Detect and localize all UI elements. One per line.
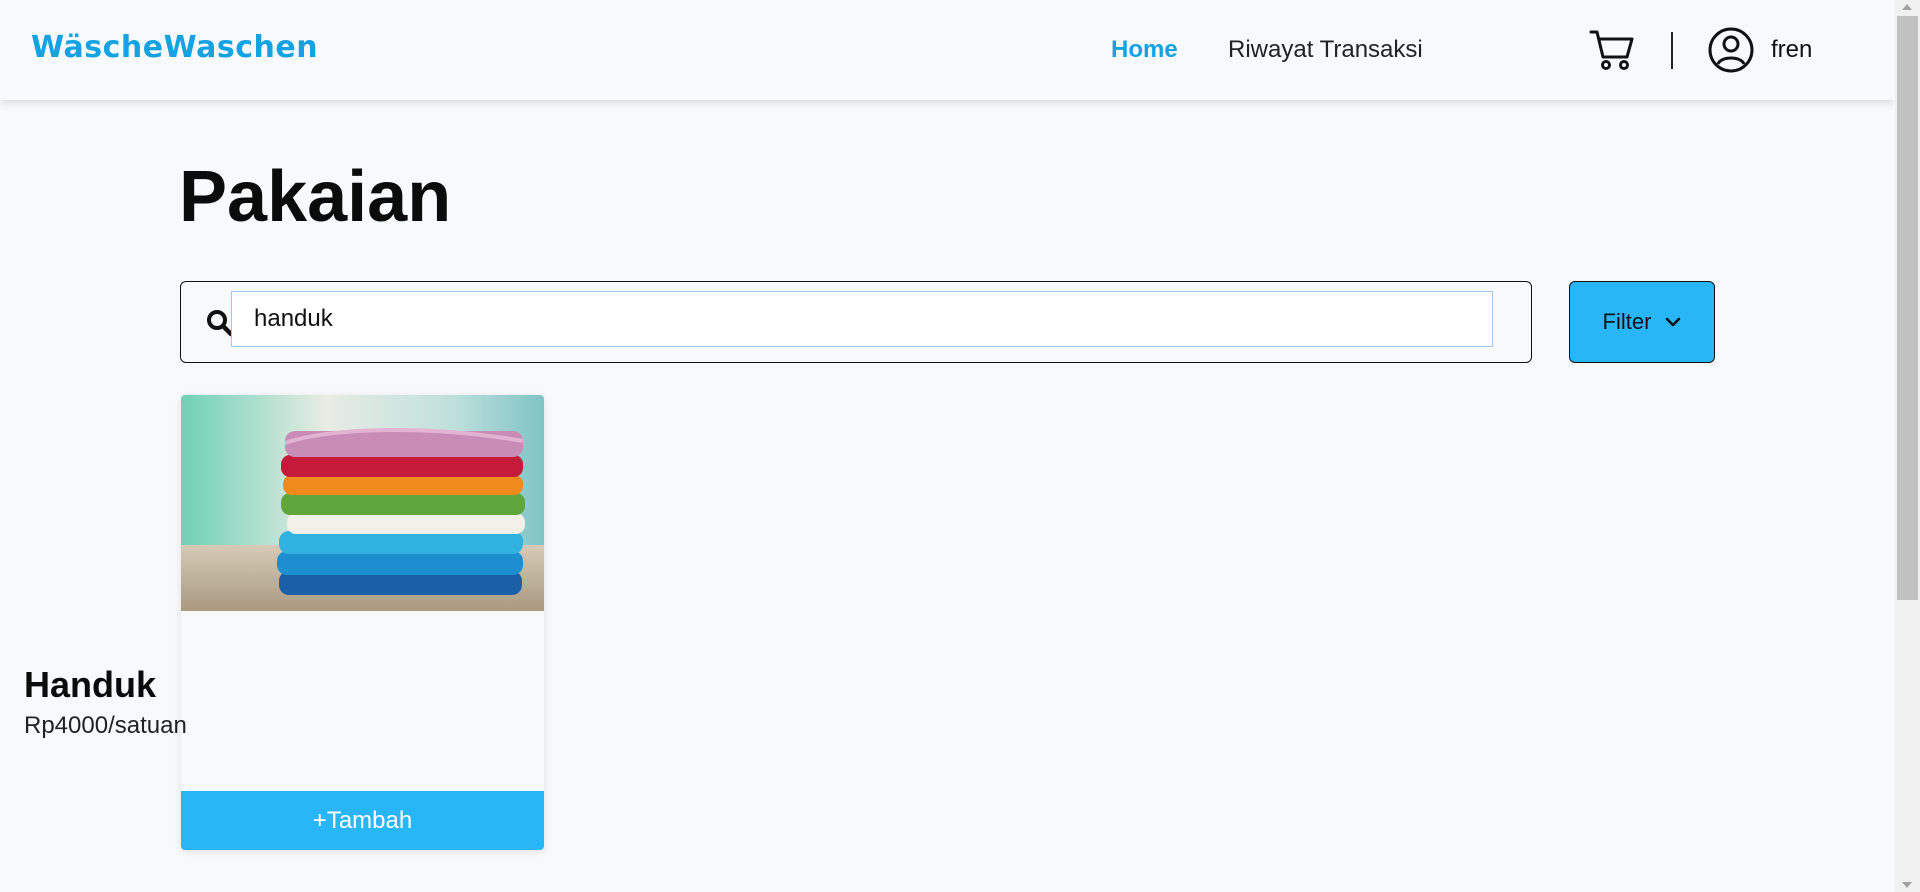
vertical-scrollbar[interactable] bbox=[1895, 0, 1920, 892]
search-bar bbox=[180, 281, 1532, 363]
page-title: Pakaian bbox=[179, 157, 452, 237]
navbar: WäscheWaschen Home Riwayat Transaksi fre… bbox=[0, 0, 1895, 100]
filter-label: Filter bbox=[1602, 309, 1652, 334]
add-to-cart-button[interactable]: +Tambah bbox=[181, 791, 544, 850]
search-input[interactable] bbox=[231, 291, 1493, 347]
scroll-thumb[interactable] bbox=[1897, 16, 1918, 600]
username[interactable]: fren bbox=[1771, 36, 1812, 64]
product-price: Rp4000/satuan bbox=[24, 712, 187, 739]
product-name: Handuk bbox=[24, 664, 157, 705]
nav-divider bbox=[1671, 32, 1673, 69]
user-circle-icon[interactable] bbox=[1707, 26, 1755, 74]
product-image bbox=[181, 395, 544, 611]
chevron-down-icon bbox=[1666, 317, 1681, 327]
filter-button[interactable]: Filter bbox=[1569, 281, 1715, 363]
nav-link-riwayat-transaksi[interactable]: Riwayat Transaksi bbox=[1228, 36, 1423, 64]
scroll-up-arrow-icon[interactable] bbox=[1902, 4, 1912, 10]
brand-logo[interactable]: WäscheWaschen bbox=[31, 30, 318, 65]
cart-icon[interactable] bbox=[1589, 27, 1635, 71]
product-card bbox=[181, 395, 544, 850]
nav-link-home[interactable]: Home bbox=[1111, 36, 1178, 64]
scroll-down-arrow-icon[interactable] bbox=[1902, 882, 1912, 888]
